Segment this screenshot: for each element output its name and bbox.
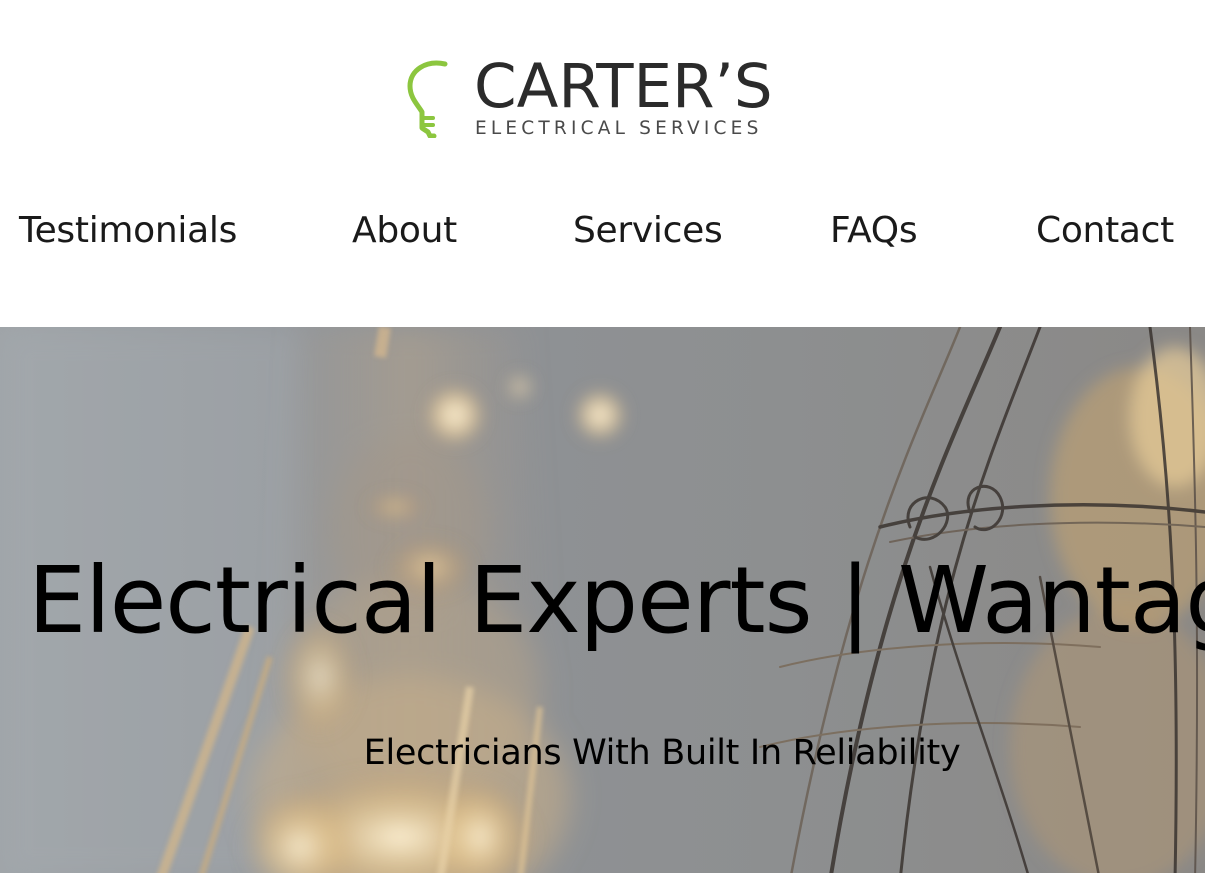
logo-tagline: ELECTRICAL SERVICES (475, 118, 763, 139)
nav-item-services[interactable]: Services (573, 204, 723, 258)
hero-subtitle: Electricians With Built In Reliability (363, 733, 961, 773)
nav-item-faqs[interactable]: FAQs (830, 204, 918, 258)
lightbulb-icon (407, 60, 448, 138)
nav-item-about[interactable]: About (352, 204, 457, 258)
page: CARTER’S ELECTRICAL SERVICES Testimonial… (0, 0, 1205, 881)
main-nav: Testimonials About Services FAQs Contact (0, 204, 1205, 260)
logo-name: CARTER’S (474, 51, 773, 122)
nav-item-testimonials[interactable]: Testimonials (19, 204, 237, 258)
hero-section: Electrical Experts | Wantage Electrician… (0, 327, 1205, 881)
nav-item-contact[interactable]: Contact (1036, 204, 1174, 258)
hero-title: Electrical Experts | Wantage (28, 547, 1205, 654)
site-logo[interactable]: CARTER’S ELECTRICAL SERVICES (404, 56, 794, 142)
site-header: CARTER’S ELECTRICAL SERVICES Testimonial… (0, 0, 1205, 327)
